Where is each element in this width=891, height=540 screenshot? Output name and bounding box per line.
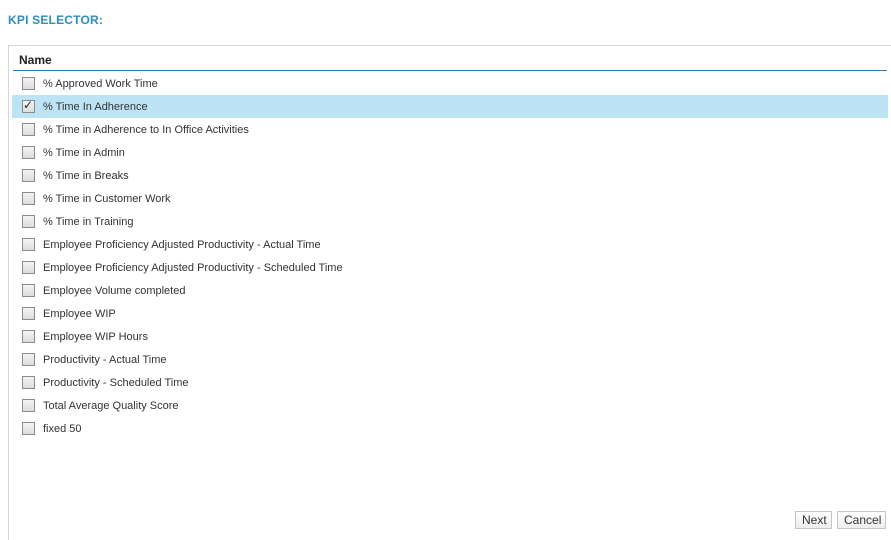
kpi-label: % Time In Adherence <box>43 100 148 113</box>
kpi-row[interactable]: ✓ % Time in Breaks <box>12 164 888 187</box>
kpi-checkbox[interactable]: ✓ <box>22 399 35 412</box>
kpi-label: Employee Volume completed <box>43 284 186 297</box>
kpi-checkbox[interactable]: ✓ <box>22 330 35 343</box>
kpi-row[interactable]: ✓ Total Average Quality Score <box>12 394 888 417</box>
kpi-label: % Time in Adherence to In Office Activit… <box>43 123 249 136</box>
kpi-checkbox[interactable]: ✓ <box>22 238 35 251</box>
kpi-label: % Approved Work Time <box>43 77 158 90</box>
kpi-list-panel: Name ✓ % Approved Work Time ✓ % Time In … <box>8 45 891 540</box>
kpi-label: % Time in Admin <box>43 146 125 159</box>
kpi-row[interactable]: ✓ Productivity - Actual Time <box>12 348 888 371</box>
kpi-checkbox[interactable]: ✓ <box>22 77 35 90</box>
kpi-row[interactable]: ✓ % Time in Adherence to In Office Activ… <box>12 118 888 141</box>
kpi-label: Employee WIP <box>43 307 116 320</box>
page-title: KPI SELECTOR: <box>8 13 104 27</box>
kpi-checkbox[interactable]: ✓ <box>22 422 35 435</box>
kpi-checkbox[interactable]: ✓ <box>22 123 35 136</box>
kpi-row[interactable]: ✓ % Time in Training <box>12 210 888 233</box>
kpi-checkbox[interactable]: ✓ <box>22 284 35 297</box>
kpi-checkbox[interactable]: ✓ <box>22 307 35 320</box>
kpi-row[interactable]: ✓ % Time In Adherence <box>12 95 888 118</box>
kpi-checkbox[interactable]: ✓ <box>22 376 35 389</box>
kpi-row[interactable]: ✓ % Approved Work Time <box>12 72 888 95</box>
kpi-label: fixed 50 <box>43 422 82 435</box>
kpi-checkbox[interactable]: ✓ <box>22 146 35 159</box>
kpi-label: Employee Proficiency Adjusted Productivi… <box>43 238 321 251</box>
kpi-label: % Time in Customer Work <box>43 192 171 205</box>
kpi-checkbox[interactable]: ✓ <box>22 353 35 366</box>
next-button[interactable]: Next <box>795 511 832 529</box>
kpi-row[interactable]: ✓ Employee Volume completed <box>12 279 888 302</box>
kpi-label: % Time in Training <box>43 215 134 228</box>
kpi-checkbox[interactable]: ✓ <box>22 215 35 228</box>
kpi-label: % Time in Breaks <box>43 169 129 182</box>
kpi-checkbox[interactable]: ✓ <box>22 261 35 274</box>
kpi-checkbox[interactable]: ✓ <box>22 169 35 182</box>
column-header[interactable]: Name <box>13 51 887 71</box>
kpi-checkbox[interactable]: ✓ <box>22 98 35 113</box>
kpi-row[interactable]: ✓ fixed 50 <box>12 417 888 440</box>
kpi-row[interactable]: ✓ % Time in Customer Work <box>12 187 888 210</box>
kpi-row[interactable]: ✓ Productivity - Scheduled Time <box>12 371 888 394</box>
kpi-label: Employee WIP Hours <box>43 330 148 343</box>
kpi-label: Employee Proficiency Adjusted Productivi… <box>43 261 343 274</box>
kpi-row[interactable]: ✓ Employee Proficiency Adjusted Producti… <box>12 233 888 256</box>
column-header-name: Name <box>19 53 52 67</box>
kpi-label: Productivity - Scheduled Time <box>43 376 189 389</box>
checkmark-icon: ✓ <box>23 98 34 112</box>
kpi-label: Productivity - Actual Time <box>43 353 167 366</box>
kpi-row[interactable]: ✓ Employee WIP Hours <box>12 325 888 348</box>
kpi-row[interactable]: ✓ Employee WIP <box>12 302 888 325</box>
kpi-row[interactable]: ✓ Employee Proficiency Adjusted Producti… <box>12 256 888 279</box>
kpi-row[interactable]: ✓ % Time in Admin <box>12 141 888 164</box>
kpi-checkbox[interactable]: ✓ <box>22 192 35 205</box>
cancel-button[interactable]: Cancel <box>837 511 886 529</box>
kpi-label: Total Average Quality Score <box>43 399 179 412</box>
kpi-list: ✓ % Approved Work Time ✓ % Time In Adher… <box>12 72 888 440</box>
